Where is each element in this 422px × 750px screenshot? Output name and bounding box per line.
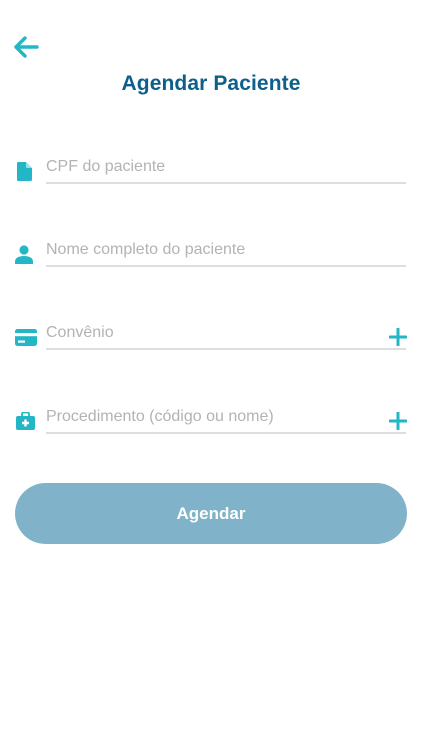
procedure-input[interactable] [46, 406, 406, 434]
cpf-input[interactable] [46, 156, 406, 184]
cpf-field [15, 148, 407, 184]
credit-card-icon [15, 327, 37, 347]
document-icon [15, 161, 33, 181]
insurance-field [15, 314, 407, 350]
procedure-field [15, 398, 407, 434]
patient-name-input[interactable] [46, 239, 406, 267]
page-title: Agendar Paciente [121, 72, 301, 95]
schedule-button[interactable]: Agendar [15, 483, 407, 544]
back-button[interactable] [12, 33, 40, 61]
person-icon [15, 244, 33, 264]
add-insurance-plus-icon[interactable] [389, 328, 407, 346]
medical-kit-icon [15, 411, 35, 431]
insurance-input[interactable] [46, 322, 406, 350]
arrow-left-icon [14, 36, 39, 58]
add-procedure-plus-icon[interactable] [389, 412, 407, 430]
patient-name-field [15, 231, 407, 267]
schedule-patient-screen: Agendar Paciente CPF do paciente Nome co… [0, 0, 422, 750]
